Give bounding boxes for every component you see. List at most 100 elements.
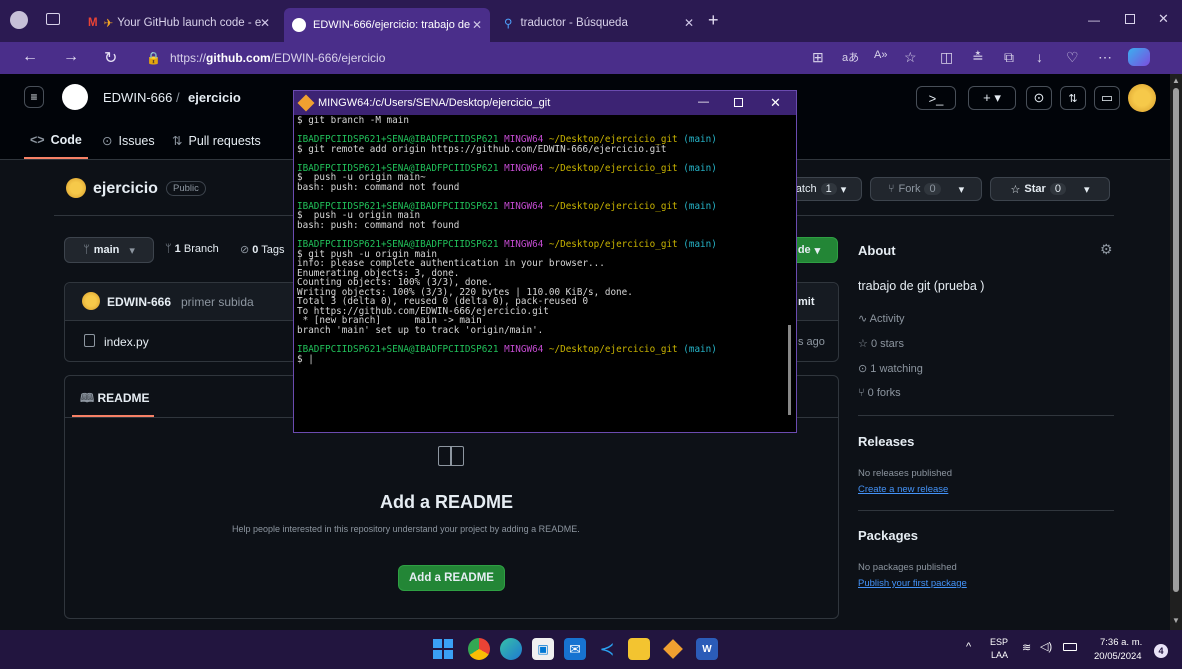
watching-link[interactable]: ⊙ 1 watching	[858, 362, 923, 375]
terminal-line: $ git remote add origin https://github.c…	[297, 143, 667, 155]
avatar[interactable]	[1128, 84, 1156, 112]
gear-icon[interactable]: ⚙	[1100, 241, 1113, 258]
activity-link[interactable]: ∿ Activity	[858, 312, 905, 325]
window-close-icon[interactable]: ✕	[1158, 11, 1169, 27]
language-indicator[interactable]: ESP	[990, 637, 1008, 647]
clock-date[interactable]: 20/05/2024	[1094, 651, 1142, 662]
read-aloud-icon[interactable]: A»	[874, 49, 887, 61]
translate-icon[interactable]: aあ	[842, 49, 859, 65]
terminal-output[interactable]: $ git branch -M main IBADFPCIIDSP621+SEN…	[297, 116, 787, 432]
tags-link[interactable]: ⊘ 0 Tags	[240, 243, 285, 256]
collections-icon[interactable]: ⧉	[1004, 49, 1014, 66]
tab-pull-requests[interactable]: ⇅ Pull requests	[172, 133, 261, 149]
close-icon[interactable]: ✕	[260, 16, 270, 30]
chevron-down-icon: ▾	[1083, 183, 1090, 196]
command-palette-button[interactable]: >_	[916, 86, 956, 110]
branch-count-label: Branch	[183, 243, 219, 255]
battery-icon[interactable]	[1063, 643, 1077, 651]
file-explorer-icon[interactable]	[628, 638, 650, 660]
commits-link[interactable]: mit	[798, 296, 815, 308]
inbox-icon[interactable]: ▭	[1094, 86, 1120, 110]
releases-title[interactable]: Releases	[858, 434, 914, 449]
edge-icon[interactable]	[500, 638, 522, 660]
word-icon[interactable]: W	[696, 638, 718, 660]
commit-author[interactable]: EDWIN-666	[107, 295, 171, 309]
git-bash-icon[interactable]	[662, 638, 684, 660]
mail-icon[interactable]: ✉	[564, 638, 586, 660]
split-screen-icon[interactable]: ◫	[940, 49, 953, 66]
scroll-up-arrow[interactable]: ▲	[1172, 76, 1180, 85]
windows-start-icon[interactable]	[432, 638, 454, 660]
publish-package-link[interactable]: Publish your first package	[858, 578, 967, 589]
tab-search[interactable]: ⚲ traductor - Búsqueda ✕	[496, 10, 702, 36]
minimize-icon[interactable]: —	[698, 96, 709, 108]
favorites-list-icon[interactable]: ≛	[972, 49, 984, 66]
tab-actions-icon[interactable]	[46, 13, 60, 25]
copilot-icon[interactable]	[1128, 48, 1150, 66]
url-prefix: https://	[170, 51, 207, 65]
issues-icon[interactable]: ⊙	[1026, 86, 1052, 110]
close-icon[interactable]: ✕	[472, 18, 482, 32]
restore-icon[interactable]	[1125, 14, 1135, 24]
breadcrumb-separator: /	[176, 90, 180, 105]
wifi-icon[interactable]: ≋	[1022, 641, 1031, 654]
github-logo-icon[interactable]	[62, 84, 88, 110]
new-tab-button[interactable]: +	[708, 10, 719, 31]
repo-title[interactable]: ejercicio	[93, 180, 158, 198]
chevron-down-icon: ▾	[840, 183, 847, 196]
prompt-path: ~/Desktop/ejercicio_git	[548, 344, 678, 356]
breadcrumb-repo[interactable]: ejercicio	[188, 90, 241, 105]
app-view-icon[interactable]: ⊞	[812, 49, 824, 66]
fork-button[interactable]: ⑂ Fork 0 ▾	[870, 177, 982, 201]
favorite-star-icon[interactable]: ☆	[904, 49, 917, 66]
vscode-icon[interactable]: ≺	[596, 638, 618, 660]
breadcrumb-owner[interactable]: EDWIN-666	[103, 90, 172, 105]
url-field[interactable]: 🔒 https://github.com/EDWIN-666/ejercicio	[140, 46, 760, 70]
tab-github[interactable]: EDWIN-666/ejercicio: trabajo de ✕	[284, 8, 490, 42]
volume-icon[interactable]: ◁)	[1040, 640, 1052, 653]
pull-requests-icon[interactable]: ⇅	[1060, 86, 1086, 110]
branch-select[interactable]: ᛘ main ▾	[64, 237, 154, 263]
tab-label: Your GitHub launch code - e	[117, 17, 262, 29]
minimize-icon[interactable]: —	[1088, 13, 1100, 27]
forks-link[interactable]: ⑂ 0 forks	[858, 387, 901, 399]
readme-tab[interactable]: 🕮 README	[80, 389, 150, 410]
scroll-down-arrow[interactable]: ▼	[1172, 616, 1180, 625]
back-icon[interactable]: ←	[22, 48, 38, 66]
close-icon[interactable]: ✕	[770, 95, 781, 111]
clock-time[interactable]: 7:36 a. m.	[1100, 637, 1142, 648]
page-scrollbar[interactable]: ▲ ▼	[1170, 74, 1182, 630]
branch-count-link[interactable]: ᛘ 1 Branch	[165, 243, 219, 255]
downloads-icon[interactable]: ↓	[1036, 49, 1043, 65]
refresh-icon[interactable]: ↻	[104, 48, 117, 68]
store-icon[interactable]: ▣	[532, 638, 554, 660]
commit-message[interactable]: primer subida	[181, 295, 254, 309]
tab-gmail[interactable]: M ✈ Your GitHub launch code - e ✕	[80, 10, 278, 36]
star-button[interactable]: ☆ Star 0 ▾	[990, 177, 1110, 201]
close-icon[interactable]: ✕	[684, 16, 694, 30]
branch-count: 1	[174, 243, 181, 255]
terminal-title-bar[interactable]: MINGW64:/c/Users/SENA/Desktop/ejercicio_…	[294, 91, 796, 115]
create-new-button[interactable]: + ▾	[968, 86, 1016, 110]
menu-button[interactable]: ≡	[24, 86, 44, 108]
create-release-link[interactable]: Create a new release	[858, 484, 948, 495]
tab-issues[interactable]: ⊙ Issues	[102, 133, 155, 149]
scroll-thumb[interactable]	[1173, 88, 1179, 592]
stars-link[interactable]: ☆ 0 stars	[858, 337, 904, 350]
add-readme-button[interactable]: Add a README	[398, 565, 505, 591]
health-icon[interactable]: ♡	[1066, 49, 1079, 66]
packages-title[interactable]: Packages	[858, 528, 918, 543]
tray-chevron-icon[interactable]: ^	[966, 641, 971, 653]
terminal-scrollbar[interactable]	[788, 325, 791, 415]
forward-icon[interactable]: →	[63, 48, 79, 66]
file-name[interactable]: index.py	[104, 335, 149, 349]
notification-badge[interactable]: 4	[1154, 644, 1168, 658]
terminal-window[interactable]: MINGW64:/c/Users/SENA/Desktop/ejercicio_…	[293, 90, 797, 433]
chrome-icon[interactable]	[468, 638, 490, 660]
terminal-input-line[interactable]: $ |	[297, 355, 787, 365]
prompt-path: ~/Desktop/ejercicio_git	[548, 162, 678, 174]
more-icon[interactable]: ⋯	[1098, 49, 1112, 66]
profile-icon[interactable]	[10, 11, 28, 29]
tab-code[interactable]: <> Code	[30, 133, 82, 147]
maximize-icon[interactable]	[734, 98, 743, 107]
